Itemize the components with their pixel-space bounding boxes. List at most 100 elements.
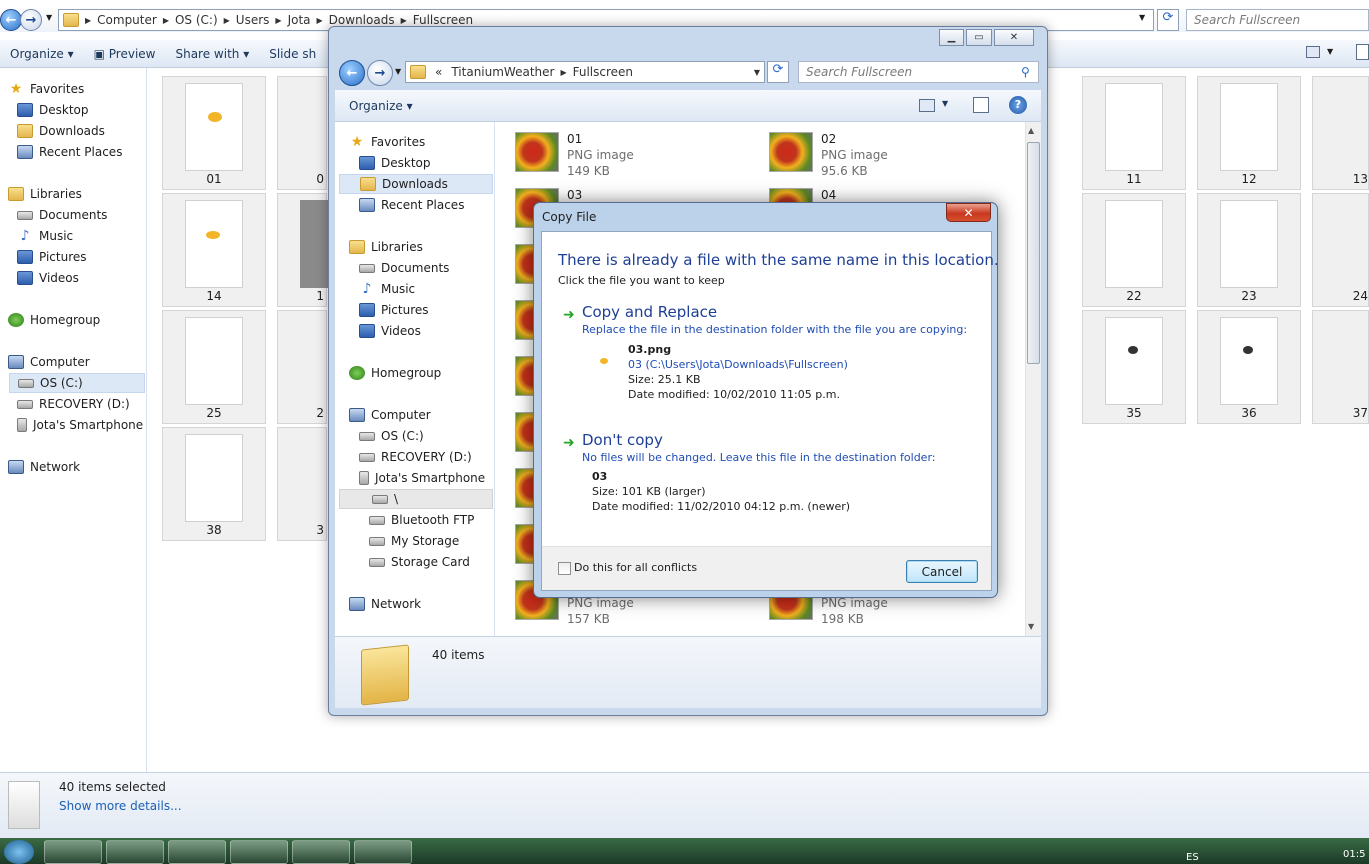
nav-recent-places[interactable]: Recent Places [359, 195, 464, 215]
show-more-details-link[interactable]: Show more details... [59, 799, 182, 813]
minimize-button[interactable]: ▁ [939, 29, 964, 46]
breadcrumb-fullscreen[interactable]: Fullscreen [407, 13, 479, 27]
copy-and-replace-option[interactable]: ➜ Copy and Replace Replace the file in t… [552, 300, 982, 410]
nav-computer[interactable]: Computer [349, 405, 431, 425]
back-button[interactable]: ← [0, 9, 22, 31]
thumbnail-item[interactable]: 3 [277, 427, 327, 541]
refresh-icon[interactable]: ⟳ [1157, 9, 1179, 31]
address-bar[interactable]: « TitaniumWeather ▶ Fullscreen ▼ [405, 61, 765, 83]
taskbar-explorer[interactable] [44, 840, 102, 864]
help-icon[interactable]: ? [1009, 96, 1027, 114]
scroll-up-arrow[interactable]: ▲ [1028, 126, 1034, 135]
nav-homegroup[interactable]: Homegroup [8, 310, 100, 330]
nav-recovery[interactable]: RECOVERY (D:) [359, 447, 472, 467]
nav-downloads[interactable]: Downloads [17, 121, 105, 141]
scroll-thumb[interactable] [1027, 142, 1040, 364]
nav-recent-places[interactable]: Recent Places [17, 142, 122, 162]
nav-root-selected[interactable]: \ [339, 489, 493, 509]
nav-network[interactable]: Network [349, 594, 421, 614]
breadcrumb-os-c[interactable]: OS (C:) [169, 13, 224, 27]
views-icon[interactable] [1306, 46, 1320, 58]
breadcrumb-downloads[interactable]: Downloads [323, 13, 401, 27]
taskbar-messenger[interactable] [230, 840, 288, 864]
thumbnail-item[interactable]: 1 [277, 193, 328, 307]
taskbar-app[interactable] [354, 840, 412, 864]
thumbnail-item[interactable]: 11 [1082, 76, 1186, 190]
nav-libraries[interactable]: Libraries [349, 237, 423, 257]
nav-libraries[interactable]: Libraries [8, 184, 82, 204]
organize-menu[interactable]: Organize ▾ [335, 99, 423, 113]
views-dropdown[interactable]: ▼ [942, 99, 948, 108]
breadcrumb-fullscreen[interactable]: Fullscreen [567, 65, 639, 79]
nav-videos[interactable]: Videos [359, 321, 421, 341]
preview-button[interactable]: ▣ Preview [84, 47, 166, 61]
slide-show-button[interactable]: Slide sh [259, 47, 326, 61]
thumbnail-item[interactable]: 13 [1312, 76, 1369, 190]
scroll-down-arrow[interactable]: ▼ [1028, 622, 1034, 631]
nav-pictures[interactable]: Pictures [359, 300, 429, 320]
nav-desktop[interactable]: Desktop [359, 153, 431, 173]
recent-pages-dropdown[interactable]: ▼ [395, 67, 401, 76]
preview-pane-icon[interactable] [973, 97, 989, 113]
thumbnail-item[interactable]: 35 [1082, 310, 1186, 424]
breadcrumb-users[interactable]: Users [230, 13, 276, 27]
search-input-background[interactable]: Search Fullscreen [1186, 9, 1369, 31]
nav-smartphone[interactable]: Jota's Smartphone [359, 468, 485, 488]
breadcrumb-computer[interactable]: Computer [91, 13, 163, 27]
address-dropdown[interactable]: ▼ [754, 68, 760, 77]
nav-storage-card[interactable]: Storage Card [369, 552, 470, 572]
nav-music[interactable]: ♪ Music [17, 226, 74, 246]
refresh-icon[interactable]: ⟳ [767, 61, 789, 83]
vertical-scrollbar[interactable]: ▲ ▼ [1025, 122, 1041, 636]
thumbnail-item[interactable]: 23 [1197, 193, 1301, 307]
taskbar-media-player[interactable] [106, 840, 164, 864]
nav-pictures[interactable]: Pictures [17, 247, 87, 267]
thumbnail-item[interactable]: 12 [1197, 76, 1301, 190]
clock[interactable]: 01:5 [1343, 849, 1365, 860]
cancel-button[interactable]: Cancel [906, 560, 978, 583]
nav-videos[interactable]: Videos [17, 268, 79, 288]
thumbnail-item[interactable]: 24 [1312, 193, 1369, 307]
taskbar-pdf[interactable] [292, 840, 350, 864]
thumbnail-item[interactable]: 37 [1312, 310, 1369, 424]
nav-music[interactable]: ♪ Music [359, 279, 416, 299]
nav-downloads-selected[interactable]: Downloads [339, 174, 493, 194]
preview-pane-icon[interactable] [1356, 44, 1369, 60]
nav-network[interactable]: Network [8, 457, 80, 477]
nav-favorites[interactable]: ★ Favorites [349, 132, 426, 152]
address-overflow[interactable]: « [432, 65, 445, 79]
nav-favorites[interactable]: ★ Favorites [8, 79, 85, 99]
thumbnail-item[interactable]: 25 [162, 310, 266, 424]
search-input[interactable]: Search Fullscreen [798, 61, 1039, 83]
nav-documents[interactable]: Documents [17, 205, 107, 225]
nav-os-c[interactable]: OS (C:) [359, 426, 424, 446]
language-indicator[interactable]: ES [1186, 852, 1199, 863]
maximize-button[interactable]: ▭ [966, 29, 992, 46]
forward-button[interactable]: → [20, 9, 42, 31]
thumbnail-item[interactable]: 22 [1082, 193, 1186, 307]
taskbar-firefox[interactable] [168, 840, 226, 864]
nav-recovery[interactable]: RECOVERY (D:) [17, 394, 130, 414]
thumbnail-item[interactable]: 14 [162, 193, 266, 307]
nav-documents[interactable]: Documents [359, 258, 449, 278]
organize-menu[interactable]: Organize ▾ [0, 47, 84, 61]
dialog-close-button[interactable]: ✕ [946, 203, 991, 222]
nav-my-storage[interactable]: My Storage [369, 531, 459, 551]
search-icon[interactable]: ⚲ [1021, 65, 1030, 79]
thumbnail-item[interactable]: 01 [162, 76, 266, 190]
views-icon[interactable] [919, 99, 935, 112]
close-window-button[interactable]: ✕ [994, 29, 1034, 46]
thumbnail-item[interactable]: 38 [162, 427, 266, 541]
views-dropdown[interactable]: ▼ [1327, 47, 1333, 56]
thumbnail-item[interactable]: 36 [1197, 310, 1301, 424]
file-item[interactable]: 02 PNG image 95.6 KB [769, 128, 1009, 178]
thumbnail-item[interactable]: 0 [277, 76, 327, 190]
nav-bluetooth-ftp[interactable]: Bluetooth FTP [369, 510, 474, 530]
breadcrumb-titaniumweather[interactable]: TitaniumWeather [445, 65, 560, 79]
nav-desktop[interactable]: Desktop [17, 100, 89, 120]
nav-homegroup[interactable]: Homegroup [349, 363, 441, 383]
nav-smartphone[interactable]: Jota's Smartphone [17, 415, 143, 435]
back-button[interactable]: ← [339, 60, 365, 86]
thumbnail-item[interactable]: 2 [277, 310, 327, 424]
nav-os-c-selected[interactable]: OS (C:) [9, 373, 145, 393]
